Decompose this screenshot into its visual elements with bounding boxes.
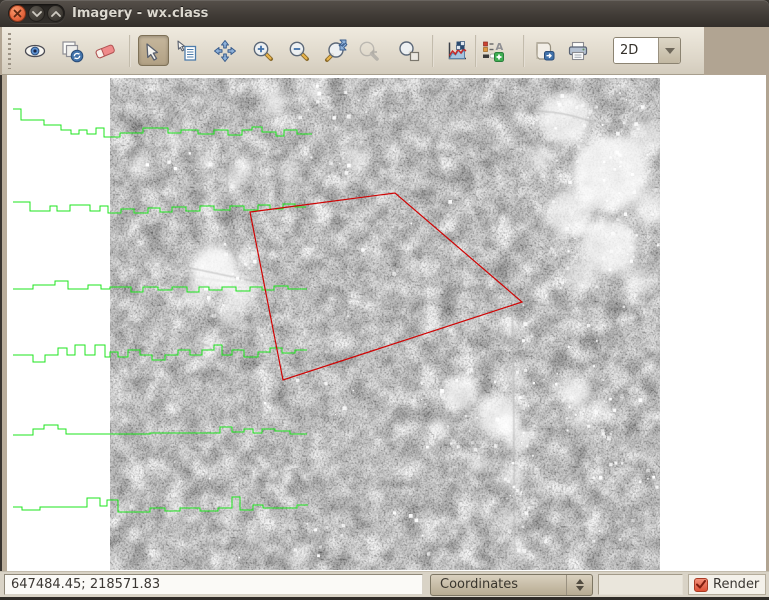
chevron-down-icon xyxy=(576,586,584,591)
check-icon xyxy=(696,580,706,589)
pan-arrows-icon xyxy=(213,39,237,63)
title-bar[interactable]: Imagery - wx.class xyxy=(0,0,769,27)
chevron-down-icon xyxy=(665,48,675,54)
statusbar-mode-spinner[interactable] xyxy=(566,575,592,595)
toolbar-panel: A 2 xyxy=(2,27,704,75)
view-mode-dropdown-button[interactable] xyxy=(658,38,680,63)
zoom-in-button[interactable] xyxy=(250,38,276,64)
map-display-area xyxy=(0,75,769,571)
close-button[interactable] xyxy=(9,5,26,22)
legend-add-icon: A xyxy=(480,39,504,63)
magnifier-back-icon xyxy=(357,39,381,63)
status-bar: 647484.45; 218571.83 Coordinates Render xyxy=(0,571,769,597)
window-left-border xyxy=(0,75,2,571)
save-display-button[interactable] xyxy=(531,38,557,64)
cursor-arrow-icon xyxy=(143,40,165,62)
toolbar-separator xyxy=(432,35,434,67)
pan-button[interactable] xyxy=(212,38,238,64)
analyze-map-button[interactable] xyxy=(444,38,470,64)
map-canvas[interactable] xyxy=(7,75,766,571)
coordinate-display-field[interactable]: 647484.45; 218571.83 xyxy=(4,574,423,595)
statusbar-mode-select[interactable]: Coordinates xyxy=(430,574,593,596)
satellite-raster-image xyxy=(110,78,660,570)
zoom-back-button[interactable] xyxy=(356,38,382,64)
maximize-button[interactable] xyxy=(47,5,64,22)
show-display-button[interactable] xyxy=(22,38,48,64)
close-icon xyxy=(13,9,22,18)
zoom-options-button[interactable] xyxy=(396,38,422,64)
print-display-button[interactable] xyxy=(565,38,591,64)
render-option: Render xyxy=(688,574,766,595)
toolbar-grip-handle[interactable] xyxy=(6,33,13,69)
statusbar-aux-field xyxy=(598,574,683,595)
window-title: Imagery - wx.class xyxy=(72,0,208,27)
minimize-button[interactable] xyxy=(28,5,45,22)
eye-icon xyxy=(23,39,47,63)
render-checkbox[interactable] xyxy=(694,578,708,592)
eraser-icon xyxy=(93,39,117,63)
view-mode-value: 2D view xyxy=(614,38,658,63)
render-map-button[interactable] xyxy=(59,38,85,64)
chevron-up-icon xyxy=(51,11,61,17)
layers-refresh-icon xyxy=(60,39,84,63)
query-button[interactable] xyxy=(174,38,200,64)
magnifier-minus-icon xyxy=(287,39,311,63)
erase-display-button[interactable] xyxy=(92,38,118,64)
chevron-down-icon xyxy=(32,11,42,17)
toolbar-separator xyxy=(129,35,131,67)
svg-text:A: A xyxy=(496,42,504,53)
chevron-up-icon xyxy=(576,579,584,584)
zoom-out-button[interactable] xyxy=(286,38,312,64)
view-mode-select[interactable]: 2D view xyxy=(613,37,681,64)
add-overlay-button[interactable]: A xyxy=(479,38,505,64)
toolbar: A 2 xyxy=(0,27,769,75)
query-info-icon xyxy=(175,39,199,63)
magnifier-arrows-icon xyxy=(322,39,348,63)
chart-icon xyxy=(445,39,469,63)
magnifier-region-icon xyxy=(397,39,421,63)
zoom-extent-button[interactable] xyxy=(322,38,348,64)
window-buttons xyxy=(8,4,65,23)
toolbar-separator xyxy=(523,35,525,67)
magnifier-plus-icon xyxy=(251,39,275,63)
statusbar-mode-value: Coordinates xyxy=(431,575,566,595)
render-label: Render xyxy=(713,577,759,592)
export-file-icon xyxy=(532,39,556,63)
pointer-button[interactable] xyxy=(138,35,169,66)
printer-icon xyxy=(566,39,590,63)
toolbar-separator xyxy=(475,35,477,67)
